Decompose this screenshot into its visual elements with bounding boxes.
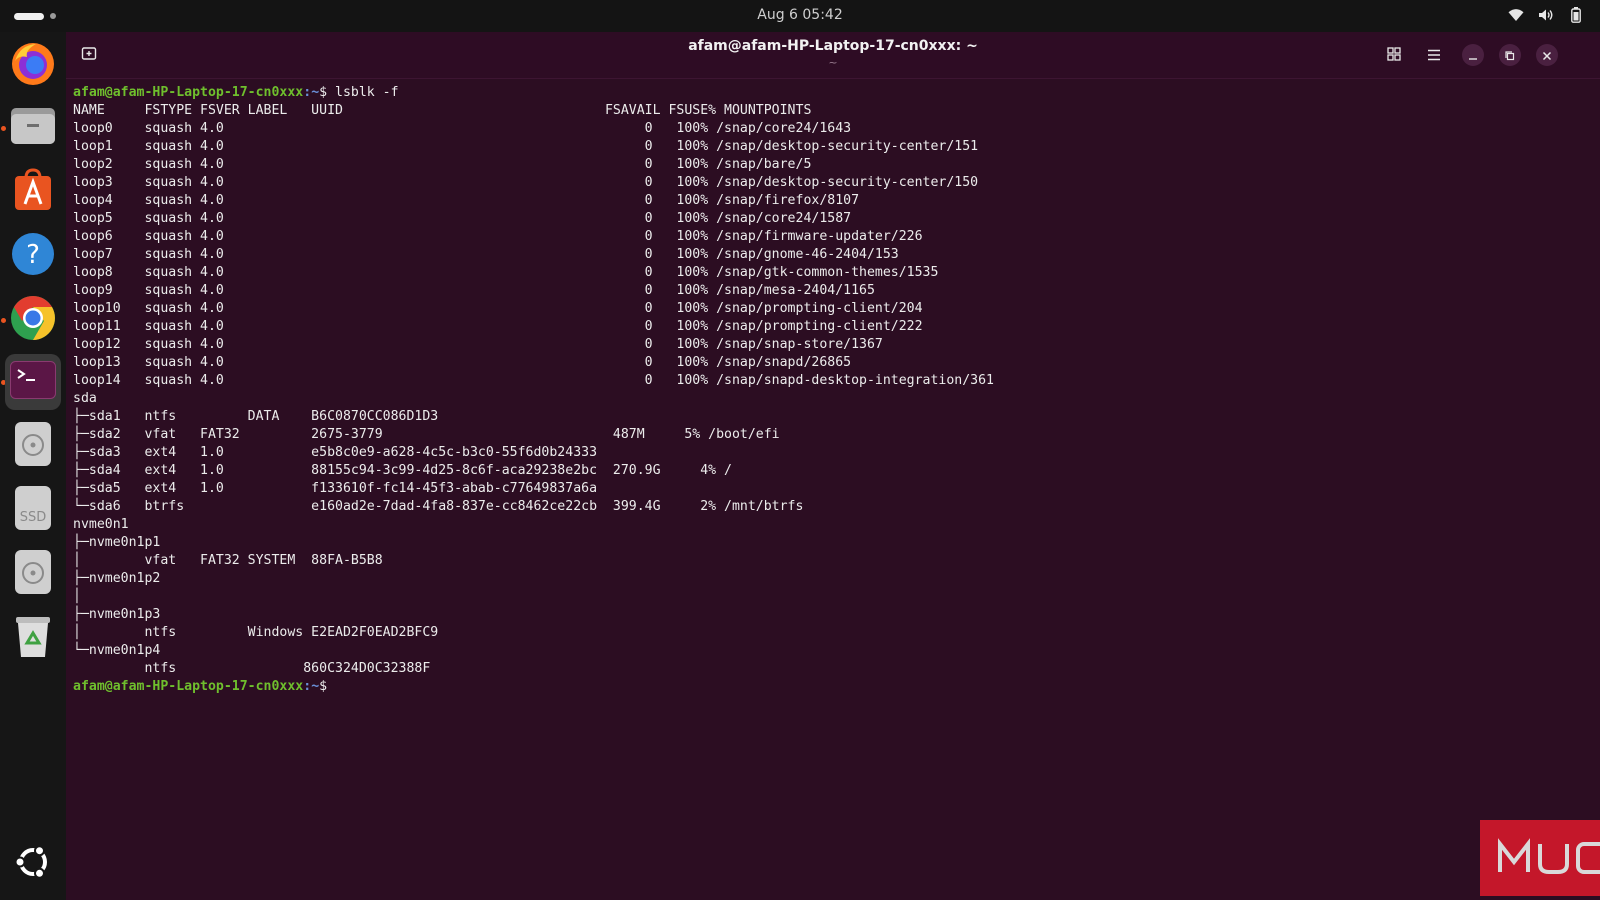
- prompt-path: :~: [303, 85, 320, 100]
- terminal-window[interactable]: afam@afam-HP-Laptop-17-cn0xxx: ~ ~ afam@…: [66, 32, 1600, 900]
- terminal-icon: [10, 361, 56, 403]
- trash-icon: [14, 613, 52, 663]
- dock-item-help[interactable]: ?: [5, 228, 61, 284]
- volume-icon[interactable]: [1538, 6, 1554, 24]
- output-line: ├─sda1 ntfs DATA B6C0870CC086D1D3: [73, 409, 439, 424]
- menu-button[interactable]: [1423, 44, 1445, 66]
- muo-watermark-logo: [1480, 820, 1600, 896]
- output-line: nvme0n1: [73, 517, 129, 532]
- svg-text:SSD: SSD: [20, 510, 47, 525]
- dock-item-files[interactable]: [5, 100, 61, 156]
- window-title: afam@afam-HP-Laptop-17-cn0xxx: ~: [688, 38, 978, 54]
- output-line: │: [73, 589, 81, 604]
- output-line: loop5 squash 4.0 0 100% /snap/core24/158…: [73, 211, 852, 226]
- output-line: ├─nvme0n1p3: [73, 607, 161, 622]
- output-line: │ ntfs Windows E2EAD2F0EAD2BFC9: [73, 625, 439, 640]
- menu-icon: [1427, 46, 1441, 65]
- output-line: loop9 squash 4.0 0 100% /snap/mesa-2404/…: [73, 283, 875, 298]
- ssd-icon: SSD: [14, 485, 52, 535]
- output-line: NAME FSTYPE FSVER LABEL UUID FSAVAIL FSU…: [73, 103, 812, 118]
- output-line: loop12 squash 4.0 0 100% /snap/snap-stor…: [73, 337, 883, 352]
- prompt-path: :~: [303, 679, 320, 694]
- prompt-symbol: $: [319, 85, 328, 100]
- output-line: ├─sda2 vfat FAT32 2675-3779 487M 5% /boo…: [73, 427, 780, 442]
- help-icon: ?: [10, 231, 56, 281]
- clock[interactable]: Aug 6 05:42: [0, 7, 1600, 23]
- output-line: loop2 squash 4.0 0 100% /snap/bare/5: [73, 157, 812, 172]
- top-bar: Aug 6 05:42: [0, 0, 1600, 32]
- output-line: loop8 squash 4.0 0 100% /snap/gtk-common…: [73, 265, 939, 280]
- output-line: loop7 squash 4.0 0 100% /snap/gnome-46-2…: [73, 247, 899, 262]
- output-line: loop3 squash 4.0 0 100% /snap/desktop-se…: [73, 175, 979, 190]
- output-line: sda: [73, 391, 97, 406]
- output-line: loop6 squash 4.0 0 100% /snap/firmware-u…: [73, 229, 923, 244]
- app-center-icon: [13, 168, 53, 216]
- output-line: ├─sda4 ext4 1.0 88155c94-3c99-4d25-8c6f-…: [73, 463, 732, 478]
- prompt-user: afam@afam-HP-Laptop-17-cn0xxx: [73, 85, 304, 100]
- output-line: └─sda6 btrfs e160ad2e-7dad-4fa8-837e-cc8…: [73, 499, 804, 514]
- close-button[interactable]: [1536, 44, 1558, 66]
- current-prompt-line[interactable]: afam@afam-HP-Laptop-17-cn0xxx:~$: [73, 678, 1593, 696]
- minimize-button[interactable]: [1462, 44, 1484, 66]
- output-line: ├─nvme0n1p1: [73, 535, 161, 550]
- disk-icon: [14, 421, 52, 471]
- command-line: afam@afam-HP-Laptop-17-cn0xxx:~$ lsblk -…: [73, 84, 1593, 102]
- output-line: ├─sda5 ext4 1.0 f133610f-fc14-45f3-abab-…: [73, 481, 598, 496]
- dock-item-chrome[interactable]: [5, 292, 61, 348]
- maximize-icon: [1505, 46, 1515, 65]
- prompt-user: afam@afam-HP-Laptop-17-cn0xxx: [73, 679, 304, 694]
- wifi-icon[interactable]: [1508, 6, 1524, 24]
- output-line: │ vfat FAT32 SYSTEM 88FA-B5B8: [73, 553, 383, 568]
- output-line: ntfs 860C324D0C32388F: [73, 661, 431, 676]
- firefox-icon: [10, 41, 56, 91]
- dock-item-firefox[interactable]: [5, 38, 61, 94]
- output-line: loop1 squash 4.0 0 100% /snap/desktop-se…: [73, 139, 979, 154]
- ubuntu-logo-icon: [13, 842, 53, 886]
- terminal-output[interactable]: afam@afam-HP-Laptop-17-cn0xxx:~$ lsblk -…: [73, 84, 1593, 894]
- disk-icon: [14, 549, 52, 599]
- output-line: loop13 squash 4.0 0 100% /snap/snapd/268…: [73, 355, 852, 370]
- chrome-icon: [9, 294, 57, 346]
- svg-text:?: ?: [26, 240, 40, 270]
- output-line: ├─nvme0n1p2: [73, 571, 161, 586]
- system-tray[interactable]: [1508, 6, 1584, 24]
- dock-item-disk-2[interactable]: [5, 546, 61, 602]
- folder-icon: [10, 106, 56, 150]
- command-text: lsblk -f: [327, 85, 399, 100]
- dock-item-terminal[interactable]: [5, 354, 61, 410]
- minimize-icon: [1468, 46, 1478, 65]
- output-line: loop14 squash 4.0 0 100% /snap/snapd-des…: [73, 373, 994, 388]
- output-line: └─nvme0n1p4: [73, 643, 161, 658]
- output-line: ├─sda3 ext4 1.0 e5b8c0e9-a628-4c5c-b3c0-…: [73, 445, 598, 460]
- close-icon: [1542, 46, 1552, 65]
- output-line: loop0 squash 4.0 0 100% /snap/core24/164…: [73, 121, 852, 136]
- show-apps-button[interactable]: [5, 836, 61, 892]
- window-subtitle: ~: [828, 56, 838, 69]
- window-titlebar[interactable]: afam@afam-HP-Laptop-17-cn0xxx: ~ ~: [66, 32, 1600, 79]
- output-line: loop11 squash 4.0 0 100% /snap/prompting…: [73, 319, 923, 334]
- battery-icon[interactable]: [1568, 6, 1584, 24]
- dock-item-trash[interactable]: [5, 610, 61, 666]
- output-line: loop4 squash 4.0 0 100% /snap/firefox/81…: [73, 193, 860, 208]
- dock: ? SSD: [0, 32, 66, 900]
- command-output: NAME FSTYPE FSVER LABEL UUID FSAVAIL FSU…: [73, 102, 1593, 678]
- dock-item-ssd[interactable]: SSD: [5, 482, 61, 538]
- output-line: loop10 squash 4.0 0 100% /snap/prompting…: [73, 301, 923, 316]
- dock-item-disk-1[interactable]: [5, 418, 61, 474]
- dock-item-app-center[interactable]: [5, 164, 61, 220]
- prompt-symbol: $: [319, 679, 328, 694]
- grid-icon: [1387, 46, 1401, 65]
- maximize-button[interactable]: [1499, 44, 1521, 66]
- grid-view-button[interactable]: [1383, 44, 1405, 66]
